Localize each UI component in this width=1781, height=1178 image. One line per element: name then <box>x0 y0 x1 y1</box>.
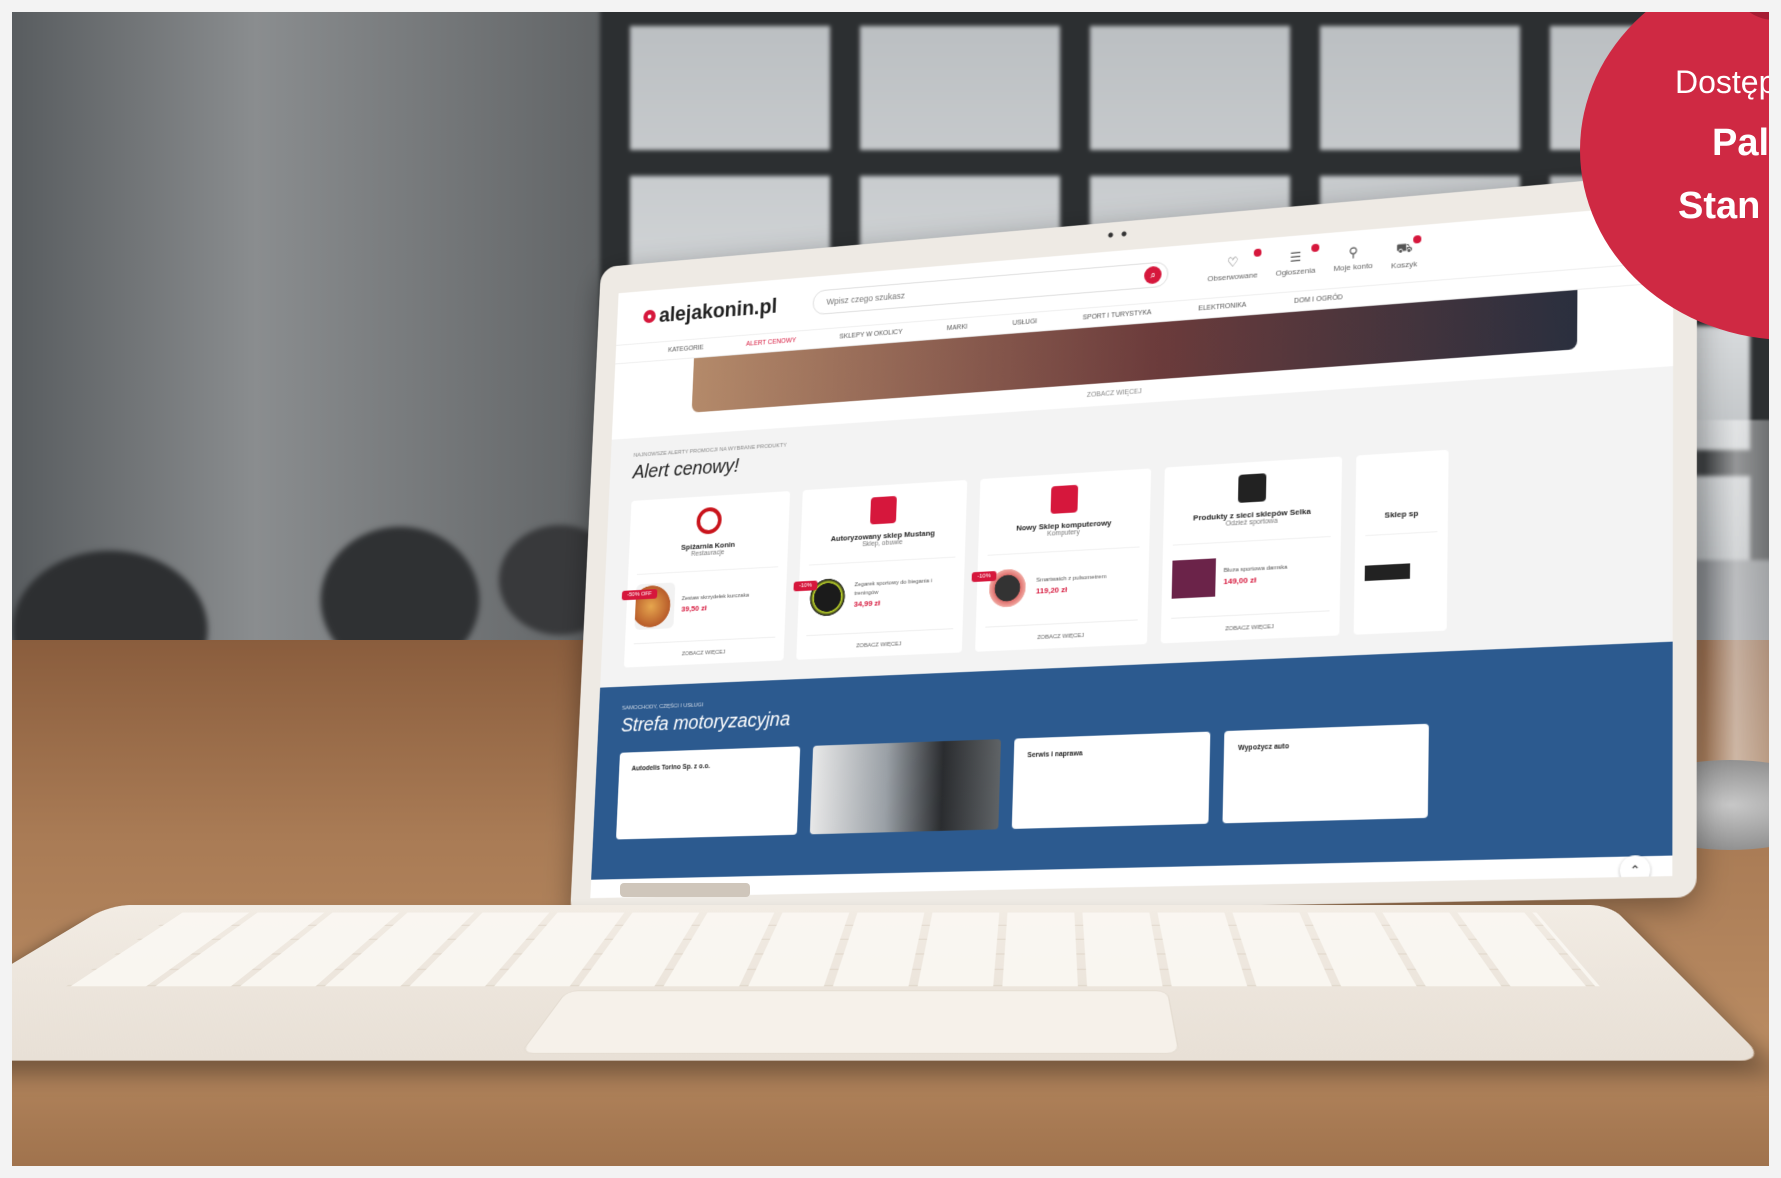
moto-card[interactable]: Wypożycz auto <box>1222 723 1429 824</box>
header-cart[interactable]: ⛟ Koszyk <box>1391 234 1422 270</box>
product-info: Bluza sportowa damska 149,00 zł <box>1223 563 1287 588</box>
alert-card-partial[interactable]: Sklep sp <box>1353 449 1449 635</box>
header-favorites[interactable]: ♡ Obserwowane <box>1207 247 1263 285</box>
logo-text: alejakonin.pl <box>658 293 778 327</box>
product-image <box>1171 553 1217 604</box>
nav-item[interactable]: SPORT I TURYSTYKA <box>1083 309 1152 321</box>
cart-icon: ⛟ <box>1396 239 1413 256</box>
alert-card[interactable]: Autoryzowany sklep Mustang Sklep, obuwie… <box>793 479 968 660</box>
product-row[interactable]: Zegarek sportowy do biegania i treningów… <box>806 556 956 622</box>
nav-item[interactable]: ELEKTRONIKA <box>1198 302 1246 313</box>
nav-item-active[interactable]: ALERT CENOWY <box>746 337 796 348</box>
see-more-link[interactable]: ZOBACZ WIĘCEJ <box>805 628 954 652</box>
see-more-link[interactable]: ZOBACZ WIĘCEJ <box>1170 610 1330 635</box>
see-more-link[interactable]: ZOBACZ WIĘCEJ <box>633 636 776 660</box>
alert-card[interactable]: Spiżarnia Konin Restauracje -50% OFF Zes… <box>621 491 791 668</box>
car-image <box>809 739 1001 835</box>
sale-badge: -10% <box>971 570 997 583</box>
keyboard-deck <box>0 905 1766 1061</box>
product-price: 149,00 zł <box>1223 574 1257 586</box>
product-info: Zestaw skrzydełek kurczaka 39,50 zł <box>681 591 749 615</box>
notification-badge <box>1413 234 1422 244</box>
nav-item[interactable]: USŁUGI <box>1012 318 1037 327</box>
header-icon-label: Moje konto <box>1333 260 1373 273</box>
moto-card[interactable]: Serwis i naprawa <box>1011 731 1211 829</box>
scroll-top-button[interactable]: ⌃ <box>1619 854 1651 886</box>
moto-cards: Autodelis Torino Sp. z o.o. Serwis i nap… <box>616 716 1644 840</box>
header-listings[interactable]: ☰ Ogłoszenia <box>1275 243 1320 279</box>
product-row[interactable]: Bluza sportowa damska 149,00 zł <box>1171 535 1331 604</box>
webcam-icon <box>1106 230 1130 239</box>
product-row[interactable]: Smartwatch z pulsometrem 119,20 zł <box>985 546 1140 613</box>
heart-icon: ♡ <box>1226 253 1239 270</box>
keyboard-keys <box>66 912 1600 987</box>
shop-logo-icon <box>870 495 897 525</box>
product-row[interactable] <box>1364 531 1438 596</box>
site-logo[interactable]: ● alejakonin.pl <box>643 293 778 329</box>
header-account[interactable]: ⚲ Moje konto <box>1333 243 1373 275</box>
promo-text-line3: Stan <box>1678 185 1761 227</box>
moto-card[interactable]: Autodelis Torino Sp. z o.o. <box>616 746 801 840</box>
promo-text-line1: Dostęp <box>1675 64 1777 100</box>
header-icon-label: Ogłoszenia <box>1275 265 1316 278</box>
header-icons: ♡ Obserwowane ☰ Ogłoszenia ⚲ Moje konto … <box>1207 234 1422 285</box>
shop-name: Sklep sp <box>1384 508 1419 520</box>
product-info: Zegarek sportowy do biegania i treningów… <box>854 576 955 610</box>
chevron-up-icon: ⌃ <box>1629 862 1641 879</box>
laptop-screen: ● alejakonin.pl ⌕ ♡ Obserwowane ☰ Ogłosz… <box>590 203 1674 899</box>
shop-logo-icon <box>1237 473 1267 503</box>
list-icon: ☰ <box>1289 248 1302 265</box>
notification-badge <box>1311 243 1320 252</box>
trackpad <box>519 990 1180 1054</box>
shop-logo-icon <box>696 506 723 535</box>
product-row[interactable]: Zestaw skrzydełek kurczaka 39,50 zł <box>634 566 779 631</box>
nav-item[interactable]: SKLEPY W OKOLICY <box>839 329 902 341</box>
see-more-link[interactable]: ZOBACZ WIĘCEJ <box>984 619 1138 644</box>
nav-item[interactable]: KATEGORIE <box>668 345 704 354</box>
notification-badge <box>1254 247 1263 257</box>
alert-card[interactable]: Produkty z sieci sklepów Selka Odzież sp… <box>1160 456 1343 644</box>
header-icon-label: Koszyk <box>1391 258 1418 270</box>
alert-card[interactable]: Nowy Sklep komputerowy Komputery -10% Sm… <box>971 468 1152 652</box>
user-icon: ⚲ <box>1348 243 1359 260</box>
sale-badge: -50% OFF <box>621 589 658 601</box>
sale-badge: -10% <box>793 580 818 592</box>
header-icon-label: Obserwowane <box>1207 269 1258 283</box>
nav-item[interactable]: DOM I OGRÓD <box>1294 294 1343 305</box>
product-image <box>1364 543 1411 596</box>
search-button[interactable]: ⌕ <box>1144 265 1163 285</box>
laptop-base <box>0 885 1781 1178</box>
promo-text-line2: Pal <box>1712 122 1770 164</box>
search-input[interactable] <box>824 269 1145 308</box>
shop-logo-icon <box>1050 484 1079 514</box>
photo-scene: ● alejakonin.pl ⌕ ♡ Obserwowane ☰ Ogłosz… <box>0 0 1781 1178</box>
laptop-screen-bezel: ● alejakonin.pl ⌕ ♡ Obserwowane ☰ Ogłosz… <box>569 170 1697 918</box>
logo-icon: ● <box>643 309 656 324</box>
product-info: Smartwatch z pulsometrem 119,20 zł <box>1036 573 1107 597</box>
nav-item[interactable]: MARKI <box>947 324 968 332</box>
